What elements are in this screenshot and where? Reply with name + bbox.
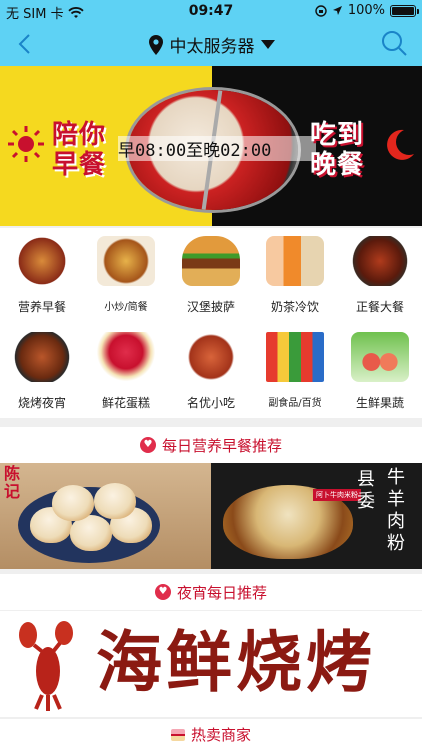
banner-left-line1: 陪你 (52, 120, 107, 150)
bbq-skewers-image (13, 332, 71, 382)
banner-hours: 早08:00至晚02:00 (118, 136, 316, 161)
seafood-title: 海鲜烧烤 (96, 623, 376, 701)
heart-icon: ♥ (139, 437, 156, 453)
category-label: 副食品/百货 (268, 398, 322, 409)
cake-icon (170, 728, 185, 741)
battery-percent: 100% (347, 3, 385, 18)
nav-bar: 中太服务器 (0, 24, 422, 64)
location-selector[interactable]: 中太服务器 (0, 32, 422, 57)
category-label: 生鲜果蔬 (355, 396, 404, 410)
top-bar: 无 SIM 卡 09:47 100% 中太服务器 (0, 0, 422, 66)
category-item[interactable]: 奶茶冷饮 (253, 228, 337, 318)
seafood-banner[interactable]: 海鲜烧烤 (0, 611, 422, 717)
category-item[interactable]: 生鲜果蔬 (338, 324, 422, 414)
vertical-text-1: 县委 (357, 469, 375, 512)
banner-right-line1: 吃到 (310, 120, 365, 150)
lobster-icon (19, 621, 73, 711)
category-label: 奶茶冷饮 (270, 300, 319, 314)
category-label: 汉堡披萨 (186, 300, 235, 314)
fruits-image (351, 332, 409, 382)
category-item[interactable]: 鲜花蛋糕 (84, 324, 168, 414)
vertical-text-2: 牛羊肉粉 (387, 467, 405, 554)
breakfast-banner[interactable]: 陈记 阿卜牛肉米粉 县委 牛羊肉粉 (0, 463, 422, 569)
category-label: 营养早餐 (17, 300, 66, 314)
burger-image (182, 236, 240, 286)
dinner-dishes-image (351, 236, 409, 286)
category-grid: 营养早餐 小炒/简餐 汉堡披萨 奶茶冷饮 正餐大餐 烧烤夜宵 鲜花蛋糕 名优小吃… (0, 228, 422, 418)
banner-left-text: 陪你 早餐 (52, 120, 106, 180)
section-title: 热卖商家 (190, 726, 251, 744)
banner-left-line2: 早餐 (52, 150, 107, 180)
orientation-lock-icon (315, 4, 327, 17)
category-label: 名优小吃 (186, 396, 235, 410)
section-header-night: ♥ 夜宵每日推荐 (0, 574, 422, 610)
category-item[interactable]: 名优小吃 (169, 324, 253, 414)
snack-image (182, 332, 240, 382)
location-pin-icon (148, 34, 163, 55)
category-item[interactable]: 汉堡披萨 (169, 228, 253, 318)
category-item[interactable]: 烧烤夜宵 (0, 324, 84, 414)
category-item[interactable]: 副食品/百货 (253, 324, 337, 414)
location-arrow-icon (332, 6, 342, 15)
category-label: 烧烤夜宵 (17, 396, 66, 410)
status-right: 100% (315, 3, 419, 18)
triangle-down-icon (260, 40, 275, 49)
beef-noodle-image: 阿卜牛肉米粉 县委 牛羊肉粉 (211, 463, 422, 569)
battery-icon (390, 4, 419, 17)
shop-tag: 阿卜牛肉米粉 (313, 489, 361, 501)
section-header-hot: 热卖商家 (0, 719, 422, 750)
section-title: 每日营养早餐推荐 (161, 436, 282, 455)
milk-tea-image (266, 236, 324, 286)
category-label: 小炒/简餐 (104, 302, 148, 313)
section-title: 夜宵每日推荐 (176, 583, 267, 602)
sun-icon (8, 126, 44, 162)
flower-cake-image (97, 332, 155, 382)
category-item[interactable]: 营养早餐 (0, 228, 84, 318)
buns-image: 陈记 (0, 463, 211, 569)
status-bar: 无 SIM 卡 09:47 100% (0, 0, 422, 22)
noodle-bowl-image (13, 236, 71, 286)
moon-icon (387, 129, 414, 160)
section-header-breakfast: ♥ 每日营养早餐推荐 (0, 427, 422, 463)
category-label: 正餐大餐 (355, 300, 404, 314)
stir-fry-image (97, 236, 155, 286)
bun (94, 483, 136, 519)
brand-label: 陈记 (4, 464, 21, 501)
category-item[interactable]: 小炒/简餐 (84, 228, 168, 318)
banner-right-text: 吃到 晚餐 (310, 120, 364, 180)
category-item[interactable]: 正餐大餐 (338, 228, 422, 318)
groceries-image (266, 332, 324, 382)
heart-icon: ♥ (154, 584, 171, 600)
search-icon[interactable] (380, 29, 408, 57)
banner-right-line2: 晚餐 (310, 150, 365, 180)
bun (52, 485, 94, 521)
nav-title: 中太服务器 (169, 37, 255, 57)
category-label: 鲜花蛋糕 (101, 396, 150, 410)
promo-banner[interactable]: 陪你 早餐 早08:00至晚02:00 吃到 晚餐 (0, 66, 422, 226)
